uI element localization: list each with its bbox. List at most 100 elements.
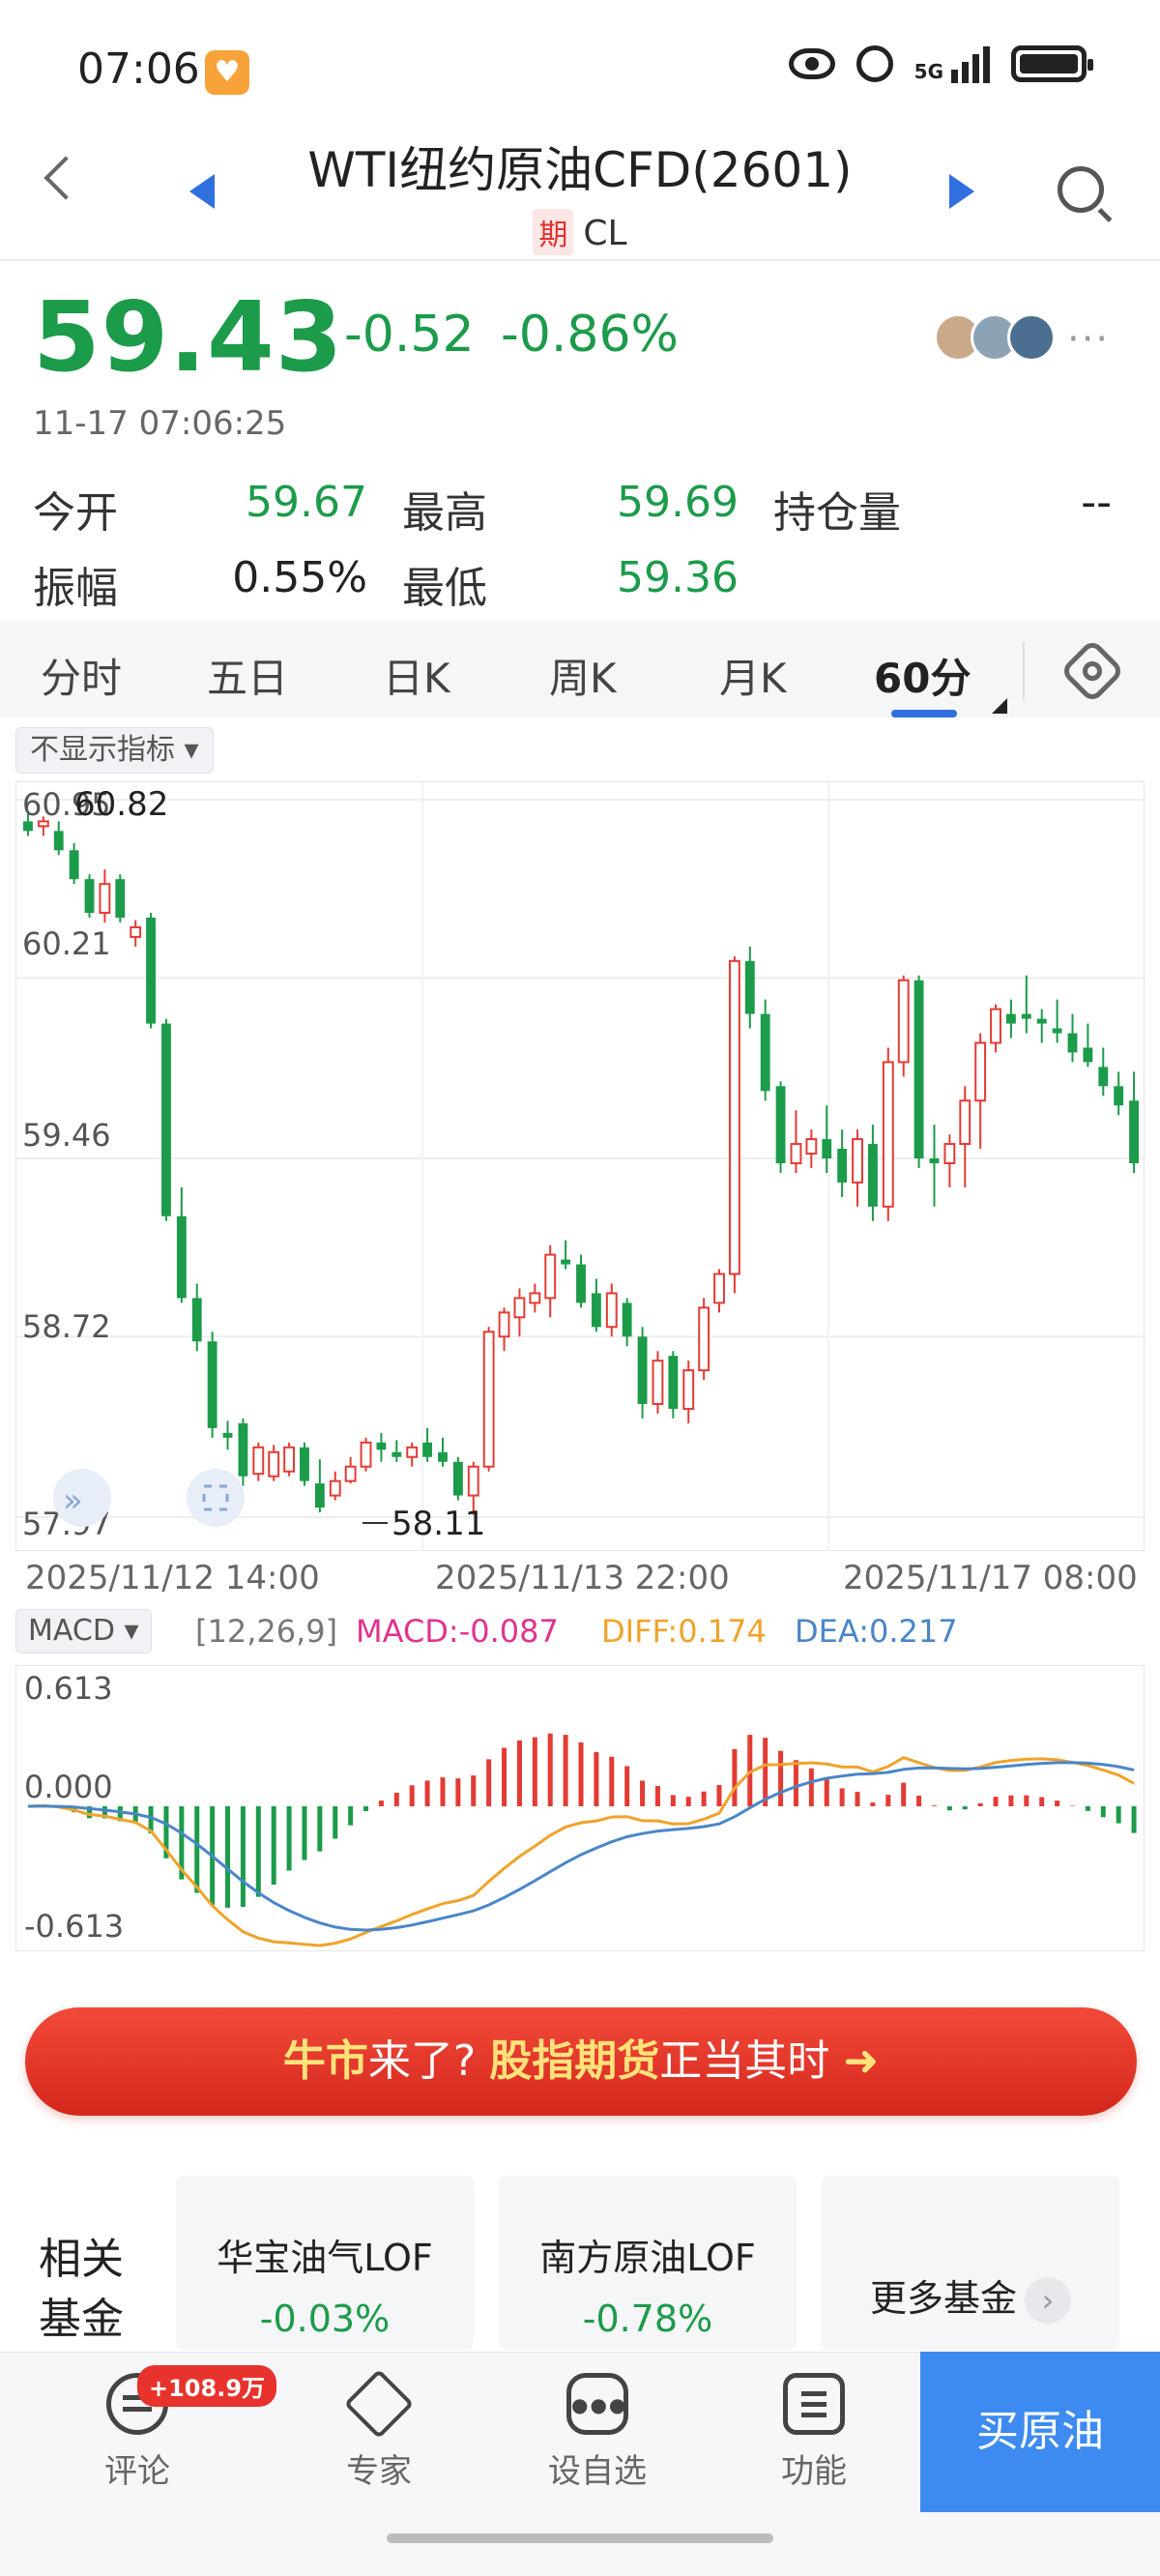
more-icon[interactable]: ··· [1067, 317, 1110, 362]
instrument-subtitle: 期 CL [0, 209, 1160, 255]
candle-body [146, 918, 156, 1024]
candle-body [959, 1099, 972, 1146]
candle-body [252, 1446, 265, 1476]
candle-body [115, 879, 126, 919]
candle-body [1129, 1100, 1139, 1163]
candle-body [53, 831, 64, 851]
tab-five-day[interactable]: 五日 [207, 646, 288, 705]
tab-monthly-k[interactable]: 月K [719, 646, 787, 705]
candle-body [360, 1441, 372, 1468]
last-price: 59.43 [33, 280, 344, 394]
candlestick-chart[interactable]: 60.95 60.21 59.46 58.72 57.97 60.82 58.1… [15, 781, 1146, 1552]
candle-body [283, 1446, 296, 1473]
candle-body [605, 1292, 618, 1329]
tab-60min[interactable]: 60分 [874, 646, 971, 705]
open-value: 59.67 [246, 478, 367, 527]
avatar-group[interactable] [934, 313, 1056, 362]
candle-body [668, 1356, 679, 1409]
avatar [1007, 313, 1056, 362]
fund-card[interactable]: 华宝油气LOF -0.03% [176, 2176, 474, 2350]
candle-body [682, 1369, 695, 1410]
x-tick-label: 2025/11/17 08:00 [843, 1559, 1138, 1597]
expert-button[interactable]: 专家 [311, 2368, 447, 2492]
fullscreen-icon[interactable] [187, 1469, 245, 1527]
diff-value: DIFF:0.174 [601, 1613, 767, 1650]
tab-divider [1023, 642, 1025, 700]
candle-body [1006, 1013, 1016, 1024]
candle-body [929, 1158, 940, 1163]
y-tick-label: 59.46 [22, 1117, 111, 1154]
expand-icon[interactable]: » [53, 1469, 111, 1527]
candle-body [438, 1451, 448, 1462]
x-tick-label: 2025/11/12 14:00 [25, 1559, 320, 1597]
candle-body [529, 1292, 541, 1304]
candle-body [576, 1264, 586, 1303]
buy-crude-button[interactable]: 买原油 [920, 2352, 1160, 2512]
svg-text:»: » [63, 1481, 83, 1520]
tab-intraday[interactable]: 分时 [41, 646, 122, 705]
candle-body [406, 1446, 419, 1458]
low-value: 59.36 [617, 553, 739, 602]
futures-tag: 期 [533, 209, 574, 255]
low-label: 最低 [402, 564, 487, 613]
candle-body [191, 1298, 202, 1342]
more-funds-label: 更多基金 › [822, 2269, 1119, 2324]
candle-body [744, 960, 755, 1014]
comment-count-badge: +108.9万 [137, 2365, 277, 2407]
search-icon[interactable] [1058, 166, 1104, 213]
high-label: 最高 [402, 488, 487, 538]
candle-body [222, 1432, 233, 1438]
candle-body [943, 1143, 956, 1164]
macd-selector[interactable]: MACD ▾ [15, 1609, 152, 1654]
tab-weekly-k[interactable]: 周K [549, 646, 617, 705]
candle-body [990, 1008, 1001, 1044]
candle-body [728, 959, 740, 1275]
candle-body [422, 1442, 433, 1457]
functions-button[interactable]: 功能 [746, 2373, 882, 2492]
price-change: -0.52 [344, 306, 475, 364]
candle-body [805, 1138, 818, 1156]
next-instrument-icon[interactable] [949, 174, 974, 209]
candle-body [622, 1303, 632, 1337]
signal-icon: 5G [914, 44, 990, 83]
candle-body [652, 1360, 664, 1405]
candle-body [482, 1331, 495, 1468]
candle-body [974, 1041, 987, 1102]
tab-dropdown-corner-icon [992, 698, 1007, 714]
comment-label: 评论 [104, 2452, 170, 2491]
candle-body [561, 1259, 571, 1265]
fund-card[interactable]: 南方原油LOF -0.78% [499, 2176, 797, 2350]
candlestick-svg: 60.95 60.21 59.46 58.72 57.97 60.82 58.1… [16, 782, 1146, 1552]
promo-banner[interactable]: 牛市来了? 股指期货正当其时 ➜ [25, 2007, 1137, 2116]
candle-body [1036, 1018, 1047, 1024]
macd-y-label: 0.613 [24, 1670, 113, 1707]
expert-label: 专家 [346, 2452, 412, 2491]
candle-body [238, 1422, 248, 1477]
macd-svg: 0.613 0.000 -0.613 [24, 1670, 1137, 1947]
candle-body [790, 1143, 802, 1164]
price-change-pct: -0.86% [501, 306, 679, 364]
candle-body [897, 979, 910, 1064]
candle-body [1114, 1086, 1124, 1106]
dea-value: DEA:0.217 [795, 1613, 958, 1650]
candle-body [498, 1311, 510, 1338]
macd-chart: 0.613 0.000 -0.613 [15, 1665, 1145, 1951]
diamond-icon [343, 2368, 415, 2440]
functions-label: 功能 [781, 2452, 847, 2491]
candle-body [99, 883, 111, 915]
candle-body [591, 1293, 601, 1328]
candle-body [713, 1273, 725, 1304]
macd-value: MACD:-0.087 [356, 1613, 559, 1650]
y-tick-label: 60.21 [22, 925, 111, 962]
add-watchlist-button[interactable]: ●●● 设自选 [530, 2373, 665, 2492]
battery-icon [1011, 45, 1093, 82]
candle-body [544, 1253, 557, 1300]
more-funds-card[interactable]: 更多基金 › [822, 2176, 1119, 2350]
candle-body [84, 879, 95, 914]
header-divider [0, 259, 1160, 261]
candle-body [852, 1138, 863, 1184]
candle-body [161, 1023, 171, 1216]
fund-change: -0.78% [582, 2298, 713, 2340]
indicator-toggle[interactable]: 不显示指标 ▾ [15, 727, 214, 774]
tab-daily-k[interactable]: 日K [383, 646, 450, 705]
